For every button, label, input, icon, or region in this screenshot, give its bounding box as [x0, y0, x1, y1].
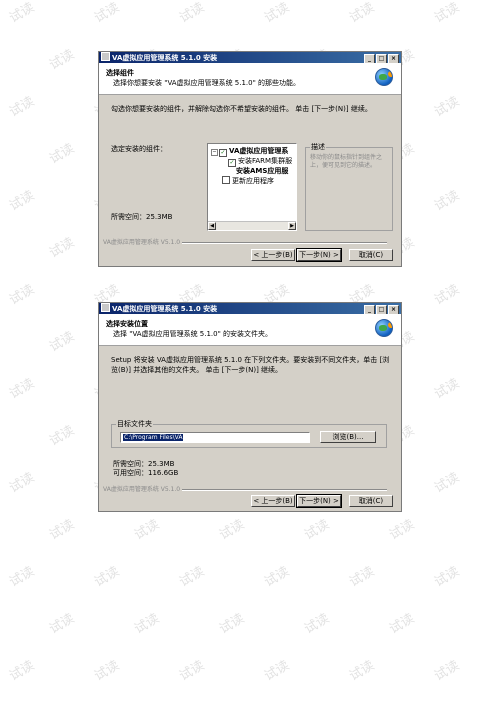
watermark-text: 试读: [46, 141, 78, 168]
watermark-text: 试读: [386, 517, 418, 544]
window-title: VA虚拟应用管理系统 5.1.0 安装: [112, 305, 218, 313]
instruction-text: 勾选你想要安装的组件，并解除勾选你不希望安装的组件。 单击 [下一步(N)] 继…: [111, 105, 372, 113]
title-bar[interactable]: VA虚拟应用管理系统 5.1.0 安装 _ □ ×: [99, 303, 401, 315]
watermark-text: 试读: [431, 564, 463, 591]
watermark-text: 试读: [346, 0, 378, 27]
watermark-text: 试读: [6, 0, 38, 27]
description-group: 描述 移动你的鼠标指针到组件之上，便可见到它的描述。: [305, 142, 393, 231]
space-available: 可用空间：116.6GB: [113, 469, 179, 477]
description-text: 移动你的鼠标指针到组件之上，便可见到它的描述。: [310, 154, 383, 169]
back-button[interactable]: < 上一步(B): [251, 249, 295, 261]
browse-button[interactable]: 浏览(B)...: [320, 431, 376, 443]
watermark-text: 试读: [176, 0, 208, 27]
instruction-text: Setup 将安装 VA虚拟应用管理系统 5.1.0 在下列文件夹。要安装到不同…: [111, 356, 390, 374]
watermark-text: 试读: [6, 376, 38, 403]
next-button[interactable]: 下一步(N) >: [296, 494, 342, 508]
watermark-text: 试读: [6, 188, 38, 215]
header-subtitle: 选择你想要安装 "VA虚拟应用管理系统 5.1.0" 的那些功能。: [113, 79, 301, 87]
watermark-text: 试读: [261, 658, 293, 685]
header-title: 选择安装位置: [106, 320, 148, 328]
watermark-text: 试读: [431, 94, 463, 121]
globe-icon: [375, 319, 393, 337]
checkbox-icon[interactable]: [222, 176, 230, 184]
description-title: 描述: [310, 142, 326, 152]
watermark-text: 试读: [431, 282, 463, 309]
branding-separator: VA虚拟应用管理系统 V5.1.0: [103, 484, 397, 493]
installer-window-location: VA虚拟应用管理系统 5.1.0 安装 _ □ × 选择安装位置 选择 "VA虚拟应…: [98, 302, 402, 512]
header-title: 选择组件: [106, 69, 134, 77]
watermark-text: 试读: [91, 0, 123, 27]
back-button[interactable]: < 上一步(B): [251, 495, 295, 507]
window-title: VA虚拟应用管理系统 5.1.0 安装: [112, 54, 218, 62]
watermark-text: 试读: [91, 564, 123, 591]
tree-item-ams[interactable]: 安装AMS应用服: [236, 166, 288, 176]
tree-item-label: 安装FARM集群服: [238, 157, 293, 165]
watermark-text: 试读: [131, 611, 163, 638]
app-icon: [101, 303, 110, 312]
checkbox-icon[interactable]: ✓: [228, 159, 236, 167]
watermark-text: 试读: [6, 564, 38, 591]
cancel-button[interactable]: 取消(C): [349, 495, 393, 507]
watermark-text: 试读: [131, 517, 163, 544]
collapse-icon[interactable]: −: [211, 149, 218, 156]
install-path-value: C:\Program Files\VA: [123, 434, 184, 441]
scroll-right-icon[interactable]: ▶: [288, 222, 296, 230]
watermark-text: 试读: [431, 658, 463, 685]
watermark-text: 试读: [46, 423, 78, 450]
watermark-text: 试读: [46, 235, 78, 262]
watermark-text: 试读: [386, 611, 418, 638]
watermark-text: 试读: [431, 470, 463, 497]
watermark-text: 试读: [6, 94, 38, 121]
install-path-input[interactable]: C:\Program Files\VA: [120, 432, 310, 443]
app-icon: [101, 52, 110, 61]
watermark-text: 试读: [216, 517, 248, 544]
watermark-text: 试读: [6, 282, 38, 309]
scroll-left-icon[interactable]: ◀: [208, 222, 216, 230]
watermark-text: 试读: [6, 658, 38, 685]
watermark-text: 试读: [346, 658, 378, 685]
watermark-text: 试读: [261, 564, 293, 591]
branding-separator: VA虚拟应用管理系统 V5.1.0: [103, 237, 397, 246]
tree-item-label: 安装AMS应用服: [236, 167, 289, 175]
watermark-text: 试读: [176, 564, 208, 591]
cancel-button[interactable]: 取消(C): [349, 249, 393, 261]
horizontal-scrollbar[interactable]: ◀ ▶: [208, 221, 296, 230]
watermark-text: 试读: [431, 0, 463, 27]
header-subtitle: 选择 "VA虚拟应用管理系统 5.1.0" 的安装文件夹。: [113, 330, 273, 338]
watermark-text: 试读: [346, 564, 378, 591]
component-tree[interactable]: − ✓ VA虚拟应用管理系 ✓ 安装FARM集群服 安装AMS应用服 更新应用程序 ◀…: [207, 143, 297, 231]
checkbox-icon[interactable]: ✓: [219, 149, 227, 157]
tree-item-label: 更新应用程序: [232, 177, 274, 185]
folder-label: 目标文件夹: [116, 419, 153, 429]
tree-item-label: VA虚拟应用管理系: [229, 147, 289, 155]
watermark-text: 试读: [431, 376, 463, 403]
branding-text: VA虚拟应用管理系统 V5.1.0: [103, 239, 181, 246]
globe-icon: [375, 68, 393, 86]
watermark-text: 试读: [91, 658, 123, 685]
wizard-header: 选择安装位置 选择 "VA虚拟应用管理系统 5.1.0" 的安装文件夹。: [99, 314, 401, 346]
tree-item-update[interactable]: 更新应用程序: [222, 176, 274, 186]
watermark-text: 试读: [46, 47, 78, 74]
destination-folder-group: 目标文件夹 C:\Program Files\VA 浏览(B)...: [111, 419, 387, 448]
watermark-text: 试读: [301, 611, 333, 638]
space-required: 所需空间：25.3MB: [111, 213, 173, 221]
watermark-text: 试读: [46, 329, 78, 356]
watermark-text: 试读: [216, 611, 248, 638]
installer-window-components: VA虚拟应用管理系统 5.1.0 安装 _ □ × 选择组件 选择你想要安装 "VA…: [98, 51, 402, 267]
wizard-header: 选择组件 选择你想要安装 "VA虚拟应用管理系统 5.1.0" 的那些功能。: [99, 63, 401, 95]
next-button[interactable]: 下一步(N) >: [296, 248, 342, 262]
watermark-text: 试读: [46, 517, 78, 544]
watermark-text: 试读: [431, 188, 463, 215]
watermark-text: 试读: [176, 658, 208, 685]
watermark-text: 试读: [301, 517, 333, 544]
components-label: 选定安装的组件：: [111, 145, 167, 153]
watermark-text: 试读: [6, 470, 38, 497]
watermark-text: 试读: [261, 0, 293, 27]
branding-text: VA虚拟应用管理系统 V5.1.0: [103, 486, 181, 493]
title-bar[interactable]: VA虚拟应用管理系统 5.1.0 安装 _ □ ×: [99, 52, 401, 64]
watermark-text: 试读: [46, 611, 78, 638]
